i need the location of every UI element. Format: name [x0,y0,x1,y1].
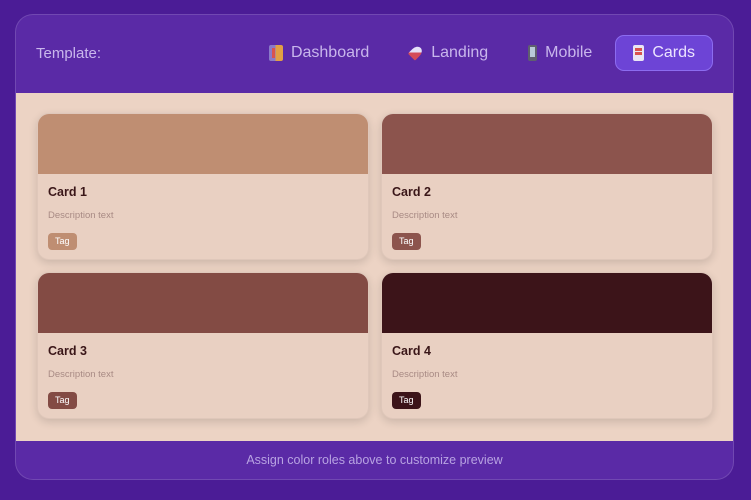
card-2-banner [382,114,712,174]
preview-hint: Assign color roles above to customize pr… [246,453,503,467]
template-toolbar: Template: Dashboard Landing Mobile Cards [16,15,733,93]
mobile-phone-icon [528,45,538,61]
card-1-title: Card 1 [48,185,87,199]
tab-dashboard[interactable]: Dashboard [252,35,386,71]
card-4-title: Card 4 [392,344,431,358]
template-panel: Template: Dashboard Landing Mobile Cards [15,14,734,480]
card-2: Card 2 Description text Tag [381,113,713,260]
card-3: Card 3 Description text Tag [37,272,369,419]
cards-preview: Card 1 Description text Tag Card 2 Descr… [16,93,733,441]
card-3-banner [38,273,368,333]
card-4: Card 4 Description text Tag [381,272,713,419]
tab-cards[interactable]: Cards [615,35,713,71]
card-1-banner [38,114,368,174]
card-2-tag: Tag [392,233,421,250]
tab-mobile[interactable]: Mobile [511,35,609,71]
tab-landing-label: Landing [431,44,489,61]
tab-dashboard-label: Dashboard [290,44,370,61]
dashboard-icon [268,45,283,61]
card-2-title: Card 2 [392,185,431,199]
card-4-banner [382,273,712,333]
tab-mobile-label: Mobile [545,44,593,61]
cards-icon [633,45,645,61]
template-tabs: Dashboard Landing Mobile Cards [252,35,713,71]
card-1: Card 1 Description text Tag [37,113,369,260]
card-2-description: Description text [392,210,458,221]
rocket-icon [409,45,423,61]
card-4-tag: Tag [392,392,421,409]
card-3-tag: Tag [48,392,77,409]
card-1-tag: Tag [48,233,77,250]
card-4-description: Description text [392,369,458,380]
template-label: Template: [36,45,102,62]
card-1-description: Description text [48,210,114,221]
card-3-description: Description text [48,369,114,380]
tab-cards-label: Cards [652,44,695,61]
card-3-title: Card 3 [48,344,87,358]
tab-landing[interactable]: Landing [392,35,505,71]
